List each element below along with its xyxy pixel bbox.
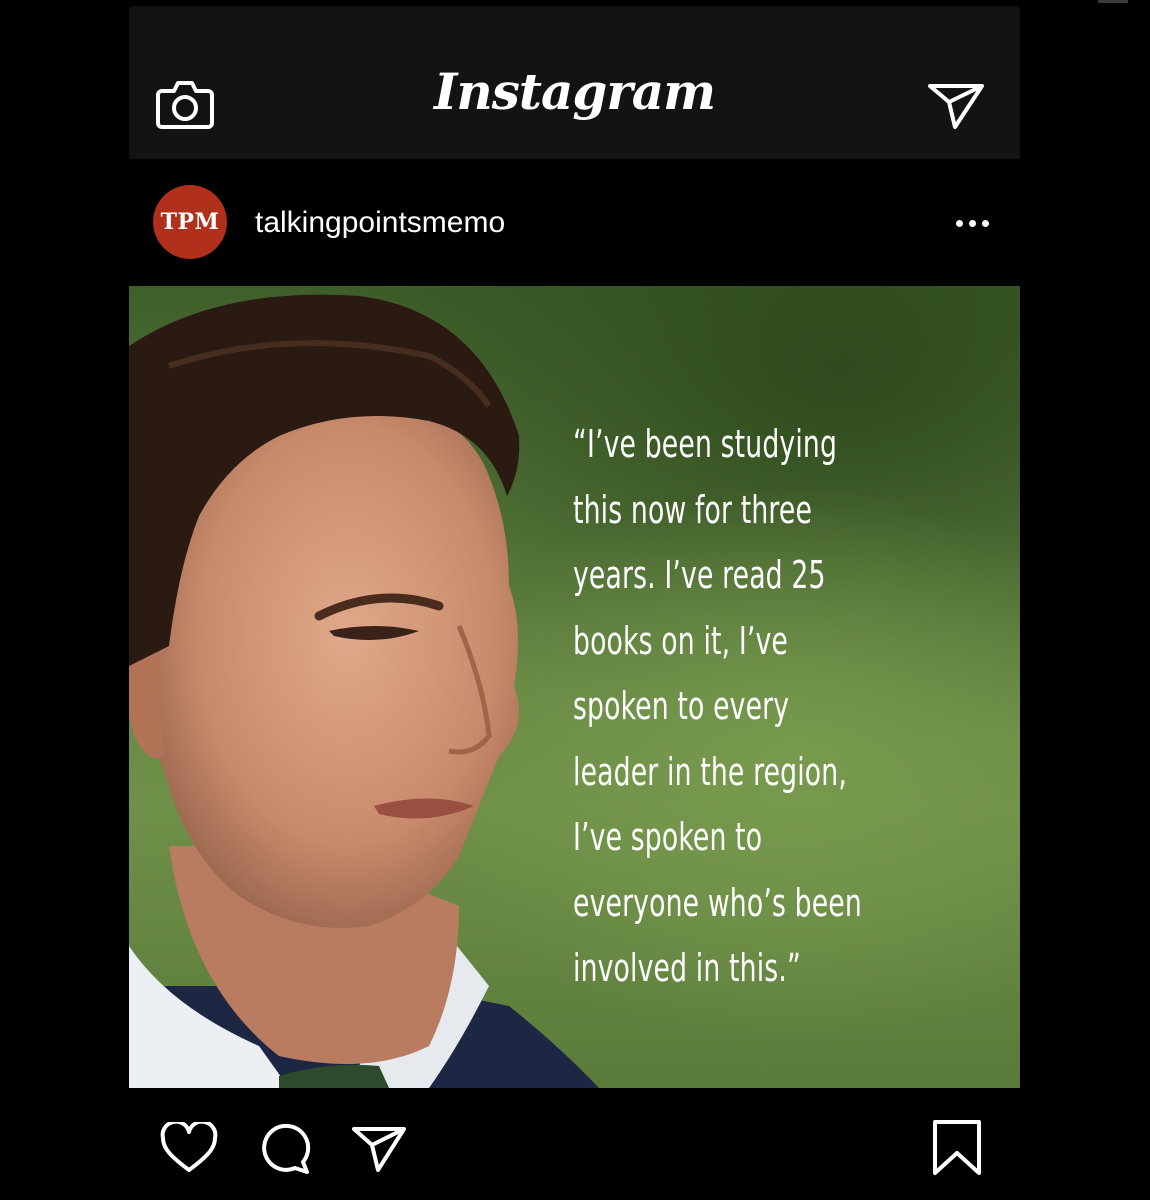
comment-button[interactable]	[255, 1118, 315, 1178]
instagram-app: Instagram TPM talkingpointsmemo “I’ve be…	[129, 6, 1020, 1200]
more-dot	[981, 219, 989, 227]
top-bar: Instagram	[129, 6, 1020, 159]
share-button[interactable]	[349, 1118, 409, 1178]
status-indicator	[1098, 0, 1128, 3]
save-button[interactable]	[927, 1118, 987, 1178]
avatar[interactable]: TPM	[153, 185, 227, 259]
heart-icon	[160, 1122, 218, 1172]
comment-icon	[262, 1123, 311, 1174]
bookmark-icon	[933, 1120, 981, 1175]
more-dot	[968, 219, 976, 227]
like-button[interactable]	[159, 1118, 219, 1178]
username-link[interactable]: talkingpointsmemo	[255, 206, 505, 240]
more-dots-icon	[955, 219, 963, 227]
post-image[interactable]: “I’ve been studying this now for three y…	[129, 286, 1020, 1088]
post-header: TPM talkingpointsmemo	[129, 159, 1020, 286]
post-actions	[129, 1088, 1020, 1200]
more-options-button[interactable]	[950, 208, 994, 238]
quote-text: “I’ve been studying this now for three y…	[573, 422, 862, 990]
direct-send-icon	[928, 84, 984, 129]
app-logo: Instagram	[434, 62, 716, 121]
share-icon	[352, 1127, 406, 1172]
direct-messages-button[interactable]	[925, 78, 987, 132]
